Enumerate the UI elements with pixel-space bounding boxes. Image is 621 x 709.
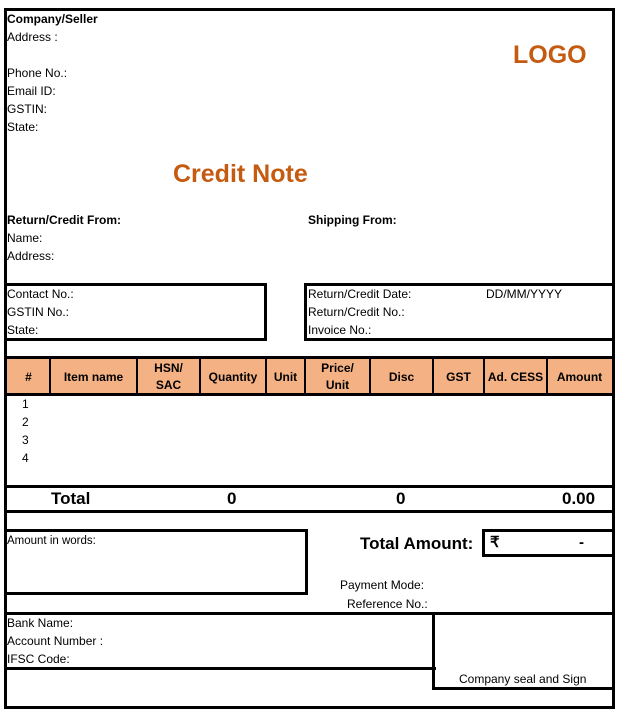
credit-date-value: DD/MM/YYYY: [486, 287, 563, 301]
credit-date-label: Return/Credit Date:: [308, 287, 412, 301]
contact-label: Contact No.:: [7, 287, 74, 301]
total-amount-box: [482, 529, 615, 557]
column-header-text: HSN/: [154, 361, 183, 375]
return-state-label: State:: [7, 323, 39, 337]
column-header-unit: Unit: [266, 359, 305, 395]
seller-phone-label: Phone No.:: [7, 66, 68, 80]
column-divider: [546, 359, 548, 395]
seller-gstin-label: GSTIN:: [7, 102, 48, 116]
column-header-number: #: [7, 359, 50, 395]
seller-state-label: State:: [7, 120, 39, 134]
column-header-text: Quantity: [208, 369, 258, 384]
column-header-amount: Amount: [547, 359, 612, 395]
table-row-number: 3: [22, 433, 29, 447]
logo: LOGO: [513, 41, 587, 69]
seller-heading: Company/Seller: [7, 12, 98, 26]
column-header-text: GST: [446, 369, 471, 384]
column-header-text: Unit: [273, 369, 298, 384]
seller-address-label: Address :: [7, 30, 58, 44]
company-seal-sign-label: Company seal and Sign: [459, 672, 587, 686]
page-title: Credit Note: [173, 160, 308, 188]
column-divider: [49, 359, 51, 395]
total-amount-value: -: [579, 534, 584, 551]
totals-amount: 0.00: [562, 489, 596, 508]
column-header-text: #: [25, 369, 32, 384]
column-header-gst: GST: [433, 359, 484, 395]
column-header-hsn-sac: HSN/SAC: [137, 359, 200, 395]
return-from-name-label: Name:: [7, 231, 43, 245]
column-header-text: Price/: [321, 361, 354, 375]
invoice-number-label: Invoice No.:: [308, 323, 372, 337]
currency-symbol: ₹: [490, 534, 500, 551]
ifsc-code-label: IFSC Code:: [7, 652, 70, 666]
return-from-address-label: Address:: [7, 249, 55, 263]
column-header-quantity: Quantity: [200, 359, 266, 395]
column-divider: [369, 359, 371, 395]
gstin-no-label: GSTIN No.:: [7, 305, 70, 319]
totals-top-border: [4, 485, 615, 488]
credit-number-label: Return/Credit No.:: [308, 305, 405, 319]
column-header-ad-cess: Ad. CESS: [484, 359, 547, 395]
column-divider: [432, 359, 434, 395]
shipping-from-heading: Shipping From:: [308, 213, 397, 227]
table-row-number: 1: [22, 397, 29, 411]
bank-name-label: Bank Name:: [7, 616, 74, 630]
table-row-number: 2: [22, 415, 29, 429]
reference-no-label: Reference No.:: [347, 597, 428, 611]
bank-bottom-border: [4, 667, 436, 670]
return-from-heading: Return/Credit From:: [7, 213, 121, 227]
payment-mode-label: Payment Mode:: [340, 578, 425, 592]
table-row-number: 4: [22, 451, 29, 465]
column-header-text: Item name: [63, 369, 124, 384]
column-divider: [265, 359, 267, 395]
column-header-text: Disc: [388, 369, 415, 384]
column-header-text: Unit: [325, 378, 350, 392]
total-amount-label: Total Amount:: [360, 534, 474, 553]
totals-label: Total: [51, 489, 91, 508]
column-header-price-unit: Price/Unit: [305, 359, 370, 395]
column-divider: [199, 359, 201, 395]
bank-top-border: [4, 612, 615, 615]
column-divider: [304, 359, 306, 395]
column-divider: [483, 359, 485, 395]
totals-bottom-border: [4, 510, 615, 513]
column-header-disc: Disc: [370, 359, 433, 395]
signature-left-border: [432, 612, 435, 690]
column-header-text: Amount: [556, 369, 603, 384]
column-header-text: Ad. CESS: [487, 369, 544, 384]
seller-email-label: Email ID:: [7, 84, 56, 98]
column-header-text: SAC: [155, 378, 182, 392]
totals-quantity: 0: [227, 489, 237, 508]
column-divider: [136, 359, 138, 395]
column-header-item-name: Item name: [50, 359, 137, 395]
amount-in-words-label: Amount in words:: [7, 535, 96, 547]
totals-disc: 0: [396, 489, 406, 508]
account-number-label: Account Number :: [7, 634, 104, 648]
